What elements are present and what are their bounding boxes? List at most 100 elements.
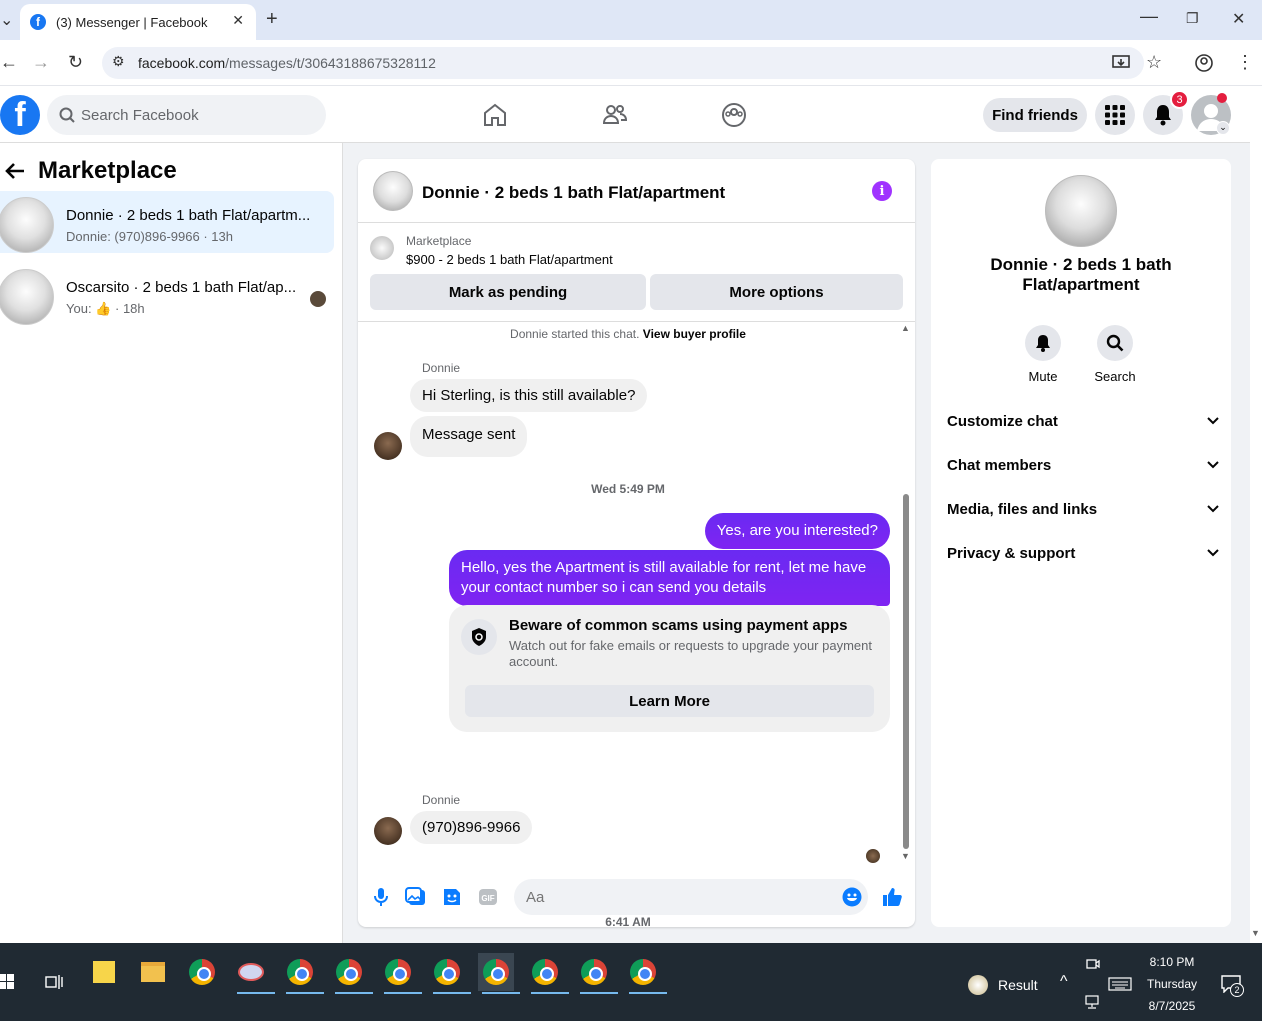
menu-grid-button[interactable] [1095,95,1135,135]
friends-icon[interactable] [601,101,629,129]
message-input[interactable] [514,879,868,915]
conversation-details-title: Donnie · 2 beds 1 bath Flat/apartment [990,255,1172,294]
home-icon[interactable] [481,101,509,129]
conversation-preview: Donnie: (970)896-9966 · 13h [66,229,233,244]
chat-title[interactable]: Donnie · 2 beds 1 bath Flat/apartment [422,183,725,203]
listing-bar: Marketplace $900 - 2 beds 1 bath Flat/ap… [358,224,915,322]
outgoing-message[interactable]: Hello, yes the Apartment is still availa… [449,550,890,606]
chrome-profile-app[interactable] [527,953,569,994]
new-tab-icon[interactable]: + [266,8,278,31]
chat-members-section[interactable]: Chat members [947,443,1219,487]
tab-list-chevron-icon[interactable]: ⌄ [0,10,13,30]
sticky-notes-app[interactable] [86,953,122,991]
camera-icon[interactable] [1086,957,1100,971]
widget-result-label[interactable]: Result [998,977,1038,993]
info-icon[interactable]: i [872,181,892,201]
bookmark-star-icon[interactable]: ☆ [1146,52,1162,73]
groups-icon[interactable] [720,101,748,129]
chrome-app[interactable] [184,953,220,991]
profile-icon[interactable] [1195,54,1213,72]
incoming-message[interactable]: Message sent [410,416,528,457]
install-app-icon[interactable] [1112,54,1130,72]
learn-more-button[interactable]: Learn More [465,685,874,717]
sticky-notes-icon [93,961,115,983]
chrome-profile-app[interactable] [576,953,618,994]
back-icon[interactable]: ← [0,52,18,73]
listing-label: Marketplace [406,234,472,248]
conversation-details-panel: Donnie · 2 beds 1 bath Flat/apartment Mu… [931,159,1231,927]
clock-date[interactable]: 8/7/2025 [1142,999,1202,1013]
photo-icon[interactable] [405,886,427,908]
microphone-icon[interactable] [370,886,392,908]
keyboard-icon[interactable] [1108,977,1132,991]
search-label: Search [1094,369,1136,384]
facebook-logo-icon[interactable]: f [0,95,40,135]
notification-badge: 3 [1170,90,1189,109]
search-conversation-button[interactable]: Search [1085,325,1145,384]
preview-prefix: You: [66,301,92,316]
minimize-icon[interactable]: — [1140,6,1158,27]
restore-icon[interactable]: ❐ [1186,10,1199,27]
chrome-profile-app[interactable] [625,953,667,994]
listing-price[interactable]: $900 - 2 beds 1 bath Flat/apartment [406,252,613,267]
find-friends-button[interactable]: Find friends [983,98,1087,132]
privacy-support-section[interactable]: Privacy & support [947,531,1219,575]
network-icon[interactable] [1084,995,1100,1009]
mark-as-pending-button[interactable]: Mark as pending [370,274,646,310]
seen-avatar [310,291,326,307]
thumbs-up-send-icon[interactable] [881,886,903,908]
reload-icon[interactable]: ↻ [68,52,83,73]
tab-close-icon[interactable]: ✕ [232,12,244,29]
conversation-item-donnie[interactable]: Donnie · 2 beds 1 bath Flat/apartm... Do… [0,191,334,253]
conversation-item-oscarsito[interactable]: Oscarsito · 2 beds 1 bath Flat/ap... You… [0,263,334,325]
media-files-links-section[interactable]: Media, files and links [947,487,1219,531]
search-icon [59,107,75,123]
clock-time[interactable]: 8:10 PM [1142,955,1202,969]
chrome-profile-app[interactable] [429,953,471,994]
page-scroll-down-icon[interactable]: ▼ [1251,928,1260,938]
tray-chevron-up-icon[interactable]: ^ [1060,973,1068,991]
incoming-message[interactable]: (970)896-9966 [410,811,533,844]
chrome-profile-app[interactable] [380,953,422,994]
chrome-icon [434,959,460,985]
gif-icon[interactable]: GIF [477,886,499,908]
chrome-menu-icon[interactable]: ⋮ [1236,52,1254,73]
more-options-button[interactable]: More options [650,274,903,310]
task-view-icon[interactable] [45,974,63,990]
customize-chat-section[interactable]: Customize chat [947,399,1219,443]
back-arrow-icon[interactable] [4,161,26,186]
thread-scrollbar[interactable] [903,494,909,849]
chrome-icon [630,959,656,985]
donnie-avatar[interactable] [374,817,402,845]
snipping-tool-app[interactable] [233,953,275,994]
window-close-icon[interactable]: ✕ [1232,9,1245,29]
scroll-down-arrow-icon[interactable]: ▼ [901,851,910,861]
scroll-up-arrow-icon[interactable]: ▲ [901,323,910,333]
chat-thumbnail[interactable] [373,171,413,211]
emoji-icon[interactable] [842,887,862,907]
account-chevron-icon[interactable]: ⌄ [1216,121,1230,135]
preview-suffix: · 18h [115,301,145,316]
incoming-message[interactable]: Hi Sterling, is this still available? [410,379,648,412]
facebook-search-input[interactable]: Search Facebook [47,95,326,135]
site-info-icon[interactable]: ⚙ [112,53,125,70]
sticker-icon[interactable] [441,886,463,908]
chrome-profile-app[interactable] [331,953,373,994]
address-bar[interactable]: ⚙ facebook.com/messages/t/30643188675328… [102,47,1144,79]
windows-start-icon[interactable] [0,974,14,990]
soccer-ball-icon[interactable] [968,975,988,995]
browser-tab[interactable]: f (3) Messenger | Facebook ✕ [20,4,256,40]
section-label: Media, files and links [947,500,1098,518]
view-buyer-profile-link[interactable]: View buyer profile [643,327,746,341]
outgoing-message[interactable]: Yes, are you interested? [704,513,890,549]
mute-button[interactable]: Mute [1013,325,1073,384]
chevron-down-icon [1207,461,1219,469]
file-explorer-app[interactable] [135,953,171,991]
section-label: Privacy & support [947,544,1076,562]
clock-day[interactable]: Thursday [1142,977,1202,991]
chrome-profile-app-active[interactable] [478,953,520,994]
donnie-avatar[interactable] [374,432,402,460]
message-thread[interactable]: Donnie started this chat. View buyer pro… [358,323,915,927]
forward-icon[interactable]: → [32,52,50,73]
chrome-profile-app[interactable] [282,953,324,994]
